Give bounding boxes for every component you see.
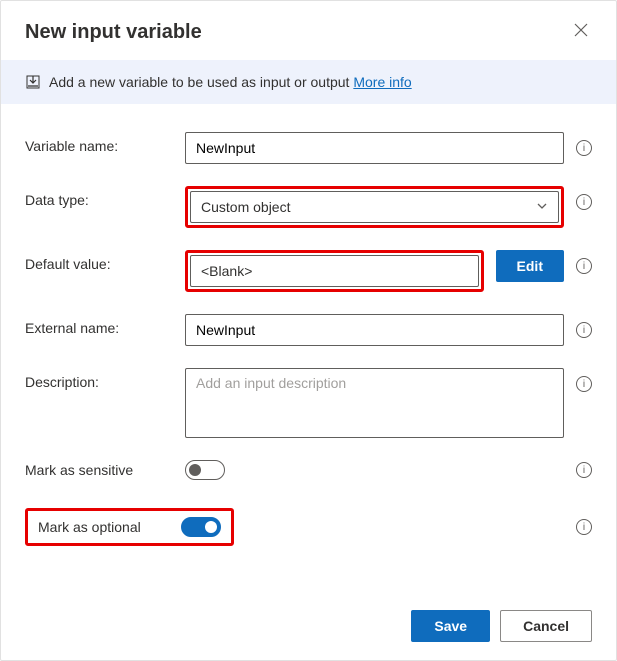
mark-optional-toggle[interactable] [181,517,221,537]
info-icon[interactable]: i [576,258,592,274]
info-icon[interactable]: i [576,519,592,535]
row-default-value: Default value: <Blank> Edit i [25,250,592,292]
dialog-header: New input variable [1,1,616,60]
info-icon[interactable]: i [576,140,592,156]
highlight-mark-optional: Mark as optional [25,508,234,546]
label-mark-optional: Mark as optional [38,519,141,535]
data-type-value: Custom object [201,199,290,215]
variable-name-input[interactable] [185,132,564,164]
description-textarea[interactable] [185,368,564,438]
label-description: Description: [25,368,185,390]
form-body: Variable name: i Data type: Custom objec… [1,104,616,592]
default-value-display: <Blank> [190,255,479,287]
mark-sensitive-toggle[interactable] [185,460,225,480]
info-icon[interactable]: i [576,194,592,210]
row-description: Description: i [25,368,592,438]
default-value-text: <Blank> [201,263,252,279]
info-banner-message: Add a new variable to be used as input o… [49,74,353,90]
label-mark-sensitive: Mark as sensitive [25,462,185,478]
save-button[interactable]: Save [411,610,490,642]
chevron-down-icon [536,200,548,215]
info-banner-text: Add a new variable to be used as input o… [49,74,412,90]
cancel-button[interactable]: Cancel [500,610,592,642]
close-icon [574,23,588,37]
highlight-data-type: Custom object [185,186,564,228]
label-variable-name: Variable name: [25,132,185,154]
label-default-value: Default value: [25,250,185,272]
edit-button[interactable]: Edit [496,250,564,282]
label-data-type: Data type: [25,186,185,208]
row-mark-sensitive: Mark as sensitive i [25,460,592,480]
row-variable-name: Variable name: i [25,132,592,164]
info-icon[interactable]: i [576,462,592,478]
info-icon[interactable]: i [576,322,592,338]
close-button[interactable] [570,19,592,46]
more-info-link[interactable]: More info [353,74,411,90]
highlight-default-value: <Blank> [185,250,484,292]
dialog-title: New input variable [25,21,202,44]
row-external-name: External name: i [25,314,592,346]
external-name-input[interactable] [185,314,564,346]
dialog-footer: Save Cancel [1,592,616,660]
info-icon[interactable]: i [576,376,592,392]
dialog-new-input-variable: New input variable Add a new variable to… [0,0,617,661]
info-banner: Add a new variable to be used as input o… [1,60,616,104]
row-data-type: Data type: Custom object i [25,186,592,228]
data-type-select[interactable]: Custom object [190,191,559,223]
label-external-name: External name: [25,314,185,336]
row-mark-optional: Mark as optional i [25,508,592,546]
download-icon [25,74,41,90]
